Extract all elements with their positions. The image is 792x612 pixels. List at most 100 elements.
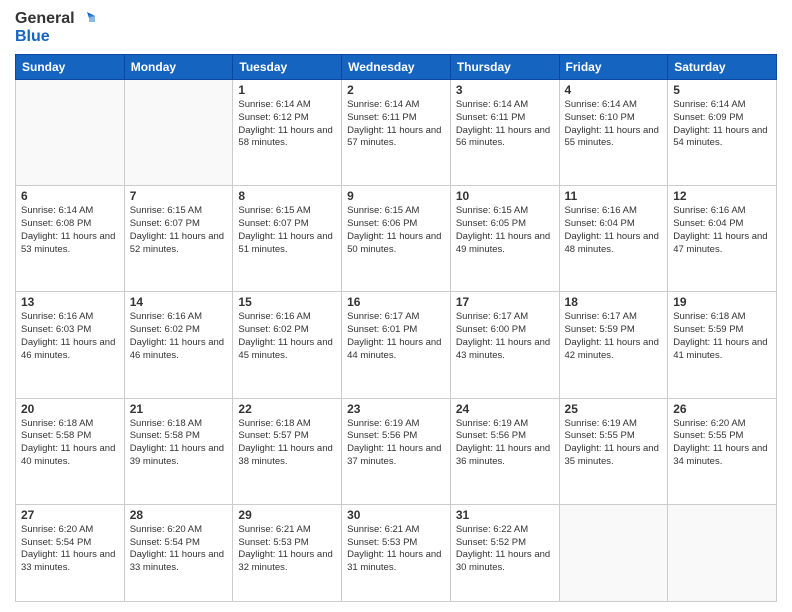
day-info: Sunrise: 6:21 AM Sunset: 5:53 PM Dayligh… — [238, 524, 336, 575]
day-number: 24 — [456, 402, 554, 416]
calendar-cell — [559, 504, 668, 601]
day-number: 14 — [130, 295, 228, 309]
day-number: 8 — [238, 189, 336, 203]
day-info: Sunrise: 6:14 AM Sunset: 6:09 PM Dayligh… — [673, 99, 771, 150]
weekday-header: Thursday — [450, 55, 559, 80]
day-info: Sunrise: 6:17 AM Sunset: 6:00 PM Dayligh… — [456, 311, 554, 362]
day-number: 12 — [673, 189, 771, 203]
calendar-cell: 11 Sunrise: 6:16 AM Sunset: 6:04 PM Dayli… — [559, 186, 668, 292]
weekday-header: Friday — [559, 55, 668, 80]
calendar-week-row: 27 Sunrise: 6:20 AM Sunset: 5:54 PM Dayli… — [16, 504, 777, 601]
day-info: Sunrise: 6:19 AM Sunset: 5:56 PM Dayligh… — [347, 418, 445, 469]
calendar-cell: 24 Sunrise: 6:19 AM Sunset: 5:56 PM Dayli… — [450, 398, 559, 504]
day-number: 18 — [565, 295, 663, 309]
calendar-cell: 25 Sunrise: 6:19 AM Sunset: 5:55 PM Dayli… — [559, 398, 668, 504]
day-number: 11 — [565, 189, 663, 203]
day-info: Sunrise: 6:18 AM Sunset: 5:57 PM Dayligh… — [238, 418, 336, 469]
calendar-cell: 30 Sunrise: 6:21 AM Sunset: 5:53 PM Dayli… — [342, 504, 451, 601]
day-number: 2 — [347, 83, 445, 97]
calendar-cell: 1Sunrise: 6:14 AM Sunset: 6:12 PM Daylig… — [233, 80, 342, 186]
calendar-cell: 19Sunrise: 6:18 AM Sunset: 5:59 PM Dayli… — [668, 292, 777, 398]
day-info: Sunrise: 6:15 AM Sunset: 6:06 PM Dayligh… — [347, 205, 445, 256]
logo: General Blue — [15, 10, 95, 46]
page: General Blue SundayMondayTuesdayWednesda… — [0, 0, 792, 612]
calendar-week-row: 13 Sunrise: 6:16 AM Sunset: 6:03 PM Dayli… — [16, 292, 777, 398]
calendar-cell: 31 Sunrise: 6:22 AM Sunset: 5:52 PM Dayli… — [450, 504, 559, 601]
day-number: 19 — [673, 295, 771, 309]
logo-bird-icon — [77, 10, 95, 28]
calendar-cell: 10Sunrise: 6:15 AM Sunset: 6:05 PM Dayli… — [450, 186, 559, 292]
calendar-cell: 27 Sunrise: 6:20 AM Sunset: 5:54 PM Dayli… — [16, 504, 125, 601]
day-info: Sunrise: 6:17 AM Sunset: 5:59 PM Dayligh… — [565, 311, 663, 362]
calendar-cell: 14 Sunrise: 6:16 AM Sunset: 6:02 PM Dayli… — [124, 292, 233, 398]
day-info: Sunrise: 6:17 AM Sunset: 6:01 PM Dayligh… — [347, 311, 445, 362]
day-info: Sunrise: 6:22 AM Sunset: 5:52 PM Dayligh… — [456, 524, 554, 575]
day-number: 15 — [238, 295, 336, 309]
day-number: 21 — [130, 402, 228, 416]
day-number: 27 — [21, 508, 119, 522]
calendar-cell: 28Sunrise: 6:20 AM Sunset: 5:54 PM Dayli… — [124, 504, 233, 601]
day-info: Sunrise: 6:14 AM Sunset: 6:11 PM Dayligh… — [347, 99, 445, 150]
calendar-cell: 4Sunrise: 6:14 AM Sunset: 6:10 PM Daylig… — [559, 80, 668, 186]
calendar-cell: 13 Sunrise: 6:16 AM Sunset: 6:03 PM Dayli… — [16, 292, 125, 398]
day-number: 7 — [130, 189, 228, 203]
calendar-cell: 12 Sunrise: 6:16 AM Sunset: 6:04 PM Dayli… — [668, 186, 777, 292]
day-number: 25 — [565, 402, 663, 416]
logo-general: General — [15, 10, 75, 28]
day-number: 28 — [130, 508, 228, 522]
calendar-cell: 22Sunrise: 6:18 AM Sunset: 5:57 PM Dayli… — [233, 398, 342, 504]
day-number: 6 — [21, 189, 119, 203]
day-info: Sunrise: 6:21 AM Sunset: 5:53 PM Dayligh… — [347, 524, 445, 575]
day-number: 31 — [456, 508, 554, 522]
day-number: 1 — [238, 83, 336, 97]
day-info: Sunrise: 6:14 AM Sunset: 6:11 PM Dayligh… — [456, 99, 554, 150]
calendar-cell: 23 Sunrise: 6:19 AM Sunset: 5:56 PM Dayli… — [342, 398, 451, 504]
calendar-cell: 2 Sunrise: 6:14 AM Sunset: 6:11 PM Daylig… — [342, 80, 451, 186]
weekday-header: Sunday — [16, 55, 125, 80]
calendar-cell — [16, 80, 125, 186]
weekday-header: Saturday — [668, 55, 777, 80]
calendar-cell: 9 Sunrise: 6:15 AM Sunset: 6:06 PM Daylig… — [342, 186, 451, 292]
calendar-cell: 26 Sunrise: 6:20 AM Sunset: 5:55 PM Dayli… — [668, 398, 777, 504]
day-number: 30 — [347, 508, 445, 522]
day-info: Sunrise: 6:16 AM Sunset: 6:02 PM Dayligh… — [238, 311, 336, 362]
calendar-week-row: 20 Sunrise: 6:18 AM Sunset: 5:58 PM Dayli… — [16, 398, 777, 504]
day-info: Sunrise: 6:16 AM Sunset: 6:04 PM Dayligh… — [673, 205, 771, 256]
calendar-cell: 16 Sunrise: 6:17 AM Sunset: 6:01 PM Dayli… — [342, 292, 451, 398]
day-info: Sunrise: 6:20 AM Sunset: 5:55 PM Dayligh… — [673, 418, 771, 469]
calendar-cell: 7 Sunrise: 6:15 AM Sunset: 6:07 PM Daylig… — [124, 186, 233, 292]
day-number: 4 — [565, 83, 663, 97]
day-info: Sunrise: 6:20 AM Sunset: 5:54 PM Dayligh… — [21, 524, 119, 575]
calendar-table: SundayMondayTuesdayWednesdayThursdayFrid… — [15, 54, 777, 602]
day-info: Sunrise: 6:15 AM Sunset: 6:07 PM Dayligh… — [130, 205, 228, 256]
day-info: Sunrise: 6:16 AM Sunset: 6:02 PM Dayligh… — [130, 311, 228, 362]
day-info: Sunrise: 6:19 AM Sunset: 5:55 PM Dayligh… — [565, 418, 663, 469]
calendar-cell: 15 Sunrise: 6:16 AM Sunset: 6:02 PM Dayli… — [233, 292, 342, 398]
logo-blue: Blue — [15, 28, 50, 46]
day-number: 5 — [673, 83, 771, 97]
calendar-header: SundayMondayTuesdayWednesdayThursdayFrid… — [16, 55, 777, 80]
day-number: 17 — [456, 295, 554, 309]
day-info: Sunrise: 6:16 AM Sunset: 6:04 PM Dayligh… — [565, 205, 663, 256]
weekday-header: Tuesday — [233, 55, 342, 80]
day-info: Sunrise: 6:15 AM Sunset: 6:07 PM Dayligh… — [238, 205, 336, 256]
day-info: Sunrise: 6:15 AM Sunset: 6:05 PM Dayligh… — [456, 205, 554, 256]
day-number: 26 — [673, 402, 771, 416]
day-number: 9 — [347, 189, 445, 203]
day-info: Sunrise: 6:18 AM Sunset: 5:58 PM Dayligh… — [21, 418, 119, 469]
day-number: 23 — [347, 402, 445, 416]
day-number: 13 — [21, 295, 119, 309]
day-info: Sunrise: 6:18 AM Sunset: 5:58 PM Dayligh… — [130, 418, 228, 469]
calendar-body: 1Sunrise: 6:14 AM Sunset: 6:12 PM Daylig… — [16, 80, 777, 602]
day-number: 20 — [21, 402, 119, 416]
day-info: Sunrise: 6:16 AM Sunset: 6:03 PM Dayligh… — [21, 311, 119, 362]
day-info: Sunrise: 6:19 AM Sunset: 5:56 PM Dayligh… — [456, 418, 554, 469]
day-number: 16 — [347, 295, 445, 309]
calendar-cell: 5 Sunrise: 6:14 AM Sunset: 6:09 PM Daylig… — [668, 80, 777, 186]
calendar-cell — [668, 504, 777, 601]
calendar-cell: 8 Sunrise: 6:15 AM Sunset: 6:07 PM Daylig… — [233, 186, 342, 292]
calendar-cell: 17 Sunrise: 6:17 AM Sunset: 6:00 PM Dayli… — [450, 292, 559, 398]
header: General Blue — [15, 10, 777, 46]
calendar-cell: 6Sunrise: 6:14 AM Sunset: 6:08 PM Daylig… — [16, 186, 125, 292]
calendar-cell: 29Sunrise: 6:21 AM Sunset: 5:53 PM Dayli… — [233, 504, 342, 601]
